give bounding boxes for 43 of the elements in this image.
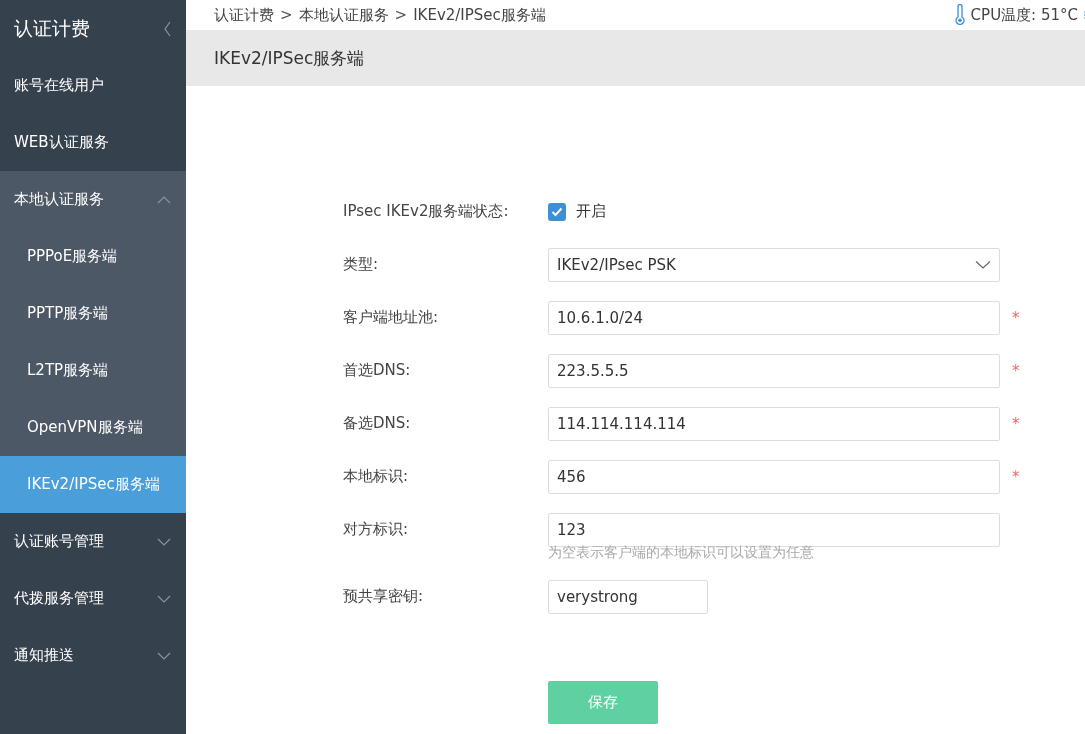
input-field[interactable]: verystrong (548, 579, 708, 614)
breadcrumb-separator: > (394, 5, 408, 25)
required-mark: * (1012, 467, 1020, 486)
field-hint: 为空表示客户端的本地标识可以设置为任意 (548, 544, 815, 562)
submenu-item[interactable]: PPTP服务端 (0, 285, 186, 342)
submenu-item[interactable]: PPPoE服务端 (0, 228, 186, 285)
input-field[interactable]: 456 (548, 459, 1000, 494)
breadcrumb-link[interactable]: 认证计费 (214, 5, 274, 25)
checkbox[interactable] (548, 202, 566, 221)
field-label: 客户端地址池: (343, 308, 439, 327)
menu-group[interactable]: 代拨服务管理 (0, 570, 186, 627)
required-mark: * (1012, 361, 1020, 380)
input-field[interactable]: 114.114.114.114 (548, 406, 1000, 441)
input-field[interactable]: 223.5.5.5 (548, 353, 1000, 388)
menu-group[interactable]: 本地认证服务 (0, 171, 186, 228)
field-label: 备选DNS: (343, 414, 411, 433)
thermometer-icon (953, 4, 966, 26)
field-label: 本地标识: (343, 467, 409, 486)
field-label: 对方标识: (343, 520, 409, 539)
type-dropdown[interactable]: IKEv2/IPsec PSK (548, 247, 1000, 282)
required-mark: * (1012, 308, 1020, 327)
breadcrumb-link[interactable]: 本地认证服务 (298, 5, 389, 25)
caret-icon (975, 259, 991, 270)
field-label: 类型: (343, 255, 379, 274)
required-mark: * (1012, 414, 1020, 433)
collapse-icon[interactable] (163, 20, 172, 37)
field-label: 预共享密钥: (343, 587, 424, 606)
input-field[interactable]: 10.6.1.0/24 (548, 300, 1000, 335)
input-field[interactable]: 123 (548, 512, 1000, 547)
menu-item[interactable]: 账号在线用户 (0, 57, 186, 114)
sidebar-title: 认证计费 (14, 15, 90, 41)
menu-group[interactable]: 通知推送 (0, 627, 186, 684)
page-title: IKEv2/IPSec服务端 (214, 46, 365, 70)
menu-item[interactable]: WEB认证服务 (0, 114, 186, 171)
field-label: 首选DNS: (343, 361, 411, 380)
menu-group[interactable]: 认证账号管理 (0, 513, 186, 570)
cpu-temperature: CPU温度: 51°C (970, 5, 1078, 25)
checkbox-label: 开启 (576, 202, 606, 221)
field-label: IPsec IKEv2服务端状态: (343, 202, 509, 221)
submenu-item[interactable]: OpenVPN服务端 (0, 399, 186, 456)
breadcrumb-separator: > (280, 5, 293, 25)
submenu-item[interactable]: L2TP服务端 (0, 342, 186, 399)
breadcrumb-link[interactable]: IKEv2/IPSec服务端 (413, 5, 546, 25)
